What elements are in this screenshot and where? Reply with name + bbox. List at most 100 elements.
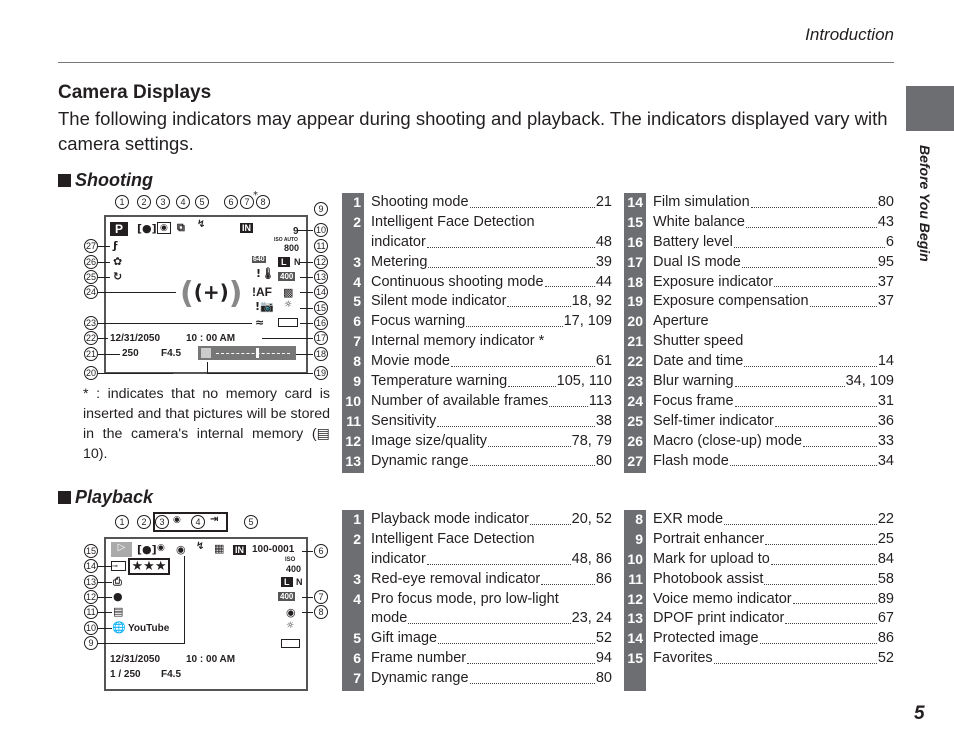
number-strip: 1 2 3 4 5 6 7: [342, 510, 364, 692]
item-page: 21: [595, 194, 612, 210]
item-number: 11: [628, 570, 643, 587]
item-label: Frame number: [371, 650, 467, 667]
callout: 2: [137, 195, 151, 209]
item-label: Battery level: [653, 233, 733, 250]
item-page: 25: [877, 530, 894, 547]
leader-dots: [508, 372, 556, 387]
image-size: L: [278, 257, 290, 267]
callout: 17: [314, 331, 328, 345]
legend-entries: Shooting mode 21 Intelligent Face Detectio…: [364, 193, 612, 473]
leader-dots: [745, 213, 877, 228]
red-eye-icon: ◉: [173, 515, 181, 525]
callout: 14: [84, 559, 98, 573]
callout: 11: [84, 605, 98, 619]
legend-item: Self-timer indicator 36: [653, 412, 894, 432]
item-number: 6: [353, 650, 361, 667]
item-number: 20: [627, 313, 643, 330]
playback-heading: Playback: [58, 487, 153, 508]
item-number: 7: [353, 333, 361, 350]
item-label: Dynamic range: [371, 670, 469, 687]
item-page: 86: [595, 570, 612, 587]
leader-dots: [765, 530, 877, 545]
item-number: 4: [353, 590, 361, 607]
favorites-rating: ★★★: [128, 558, 170, 575]
legend-item: Date and time 14: [653, 352, 894, 372]
item-number: 13: [627, 610, 643, 627]
playback-legend-table: 1 2 3 4 5 6 7 Playback mode indicator 20, 52 Inte…: [342, 510, 894, 692]
item-number: 25: [627, 412, 643, 429]
legend-item: Red-eye removal indicator 86: [371, 570, 612, 590]
legend-item: Blur warning 34, 109: [653, 372, 894, 392]
legend-item: Focus warning 17, 109: [371, 312, 612, 332]
legend-item: DPOF print indicator 67: [653, 609, 894, 629]
item-page: 36: [877, 412, 894, 429]
legend-column: 1 2 3 4 5 6 7 Playback mode indicator 20, 52 Inte…: [342, 510, 612, 692]
white-balance-icon: ☼: [284, 300, 293, 310]
image-size: L: [281, 577, 293, 587]
callout: 1: [115, 195, 129, 209]
item-label: Focus warning: [371, 313, 466, 330]
leader-dots: [426, 233, 595, 248]
callout: 9: [84, 636, 98, 650]
item-number: 1: [353, 511, 361, 527]
legend-item: Image size/quality 78, 79: [371, 432, 612, 452]
legend-item: Focus frame 31: [653, 392, 894, 412]
item-number: 3: [353, 253, 361, 270]
item-label: Continuous shooting mode: [371, 273, 544, 290]
legend-item: Metering 39: [371, 253, 612, 273]
leader-dots: [428, 253, 595, 268]
legend-item: Number of available frames 113: [371, 392, 612, 412]
legend-column: 8 9 10 11 12 13 14 15 EXR mode 22 Portrait enhance…: [624, 510, 894, 692]
time: 10 : 00 AM: [186, 654, 236, 665]
callout: 27: [84, 239, 98, 253]
item-number: 23: [627, 373, 643, 390]
leader-dots: [437, 412, 595, 427]
item-page: 52: [595, 630, 612, 647]
legend-item: Movie mode 61: [371, 352, 612, 372]
item-label: Blur warning: [653, 373, 734, 390]
item-label: Dual IS mode: [653, 253, 741, 270]
callout: 11: [314, 239, 328, 253]
item-label: Sensitivity: [371, 412, 437, 429]
date: 12/31/2050: [110, 333, 161, 344]
item-page: 78, 79: [571, 432, 612, 449]
item-label: Red-eye removal indicator: [371, 570, 541, 587]
item-number: 22: [627, 353, 643, 370]
leader-dots: [734, 372, 845, 387]
item-page: 67: [877, 610, 894, 627]
legend-item: Dynamic range 80: [371, 669, 612, 689]
legend-entries: Playback mode indicator 20, 52 Intelligent…: [364, 510, 612, 691]
photobook-icon: ▤: [113, 605, 124, 618]
legend-item: Voice memo indicator 89: [653, 590, 894, 610]
legend-item: Dynamic range 80: [371, 452, 612, 472]
iso-label: ISO: [285, 557, 296, 563]
item-number: 10: [345, 392, 361, 409]
leader-dots: [408, 609, 571, 625]
number-strip: 8 9 10 11 12 13 14 15: [624, 510, 646, 692]
callout: 9: [314, 202, 328, 216]
item-page: 94: [595, 650, 612, 667]
item-page: 58: [877, 570, 894, 587]
item-number: 9: [353, 373, 361, 390]
item-label-cont: indicator: [371, 233, 426, 250]
face-detection-icon: [●]: [137, 222, 157, 235]
legend-item: Gift image 52: [371, 629, 612, 649]
item-page: 38: [595, 412, 612, 429]
legend-item: Flash mode 34: [653, 452, 894, 472]
leader-dots: [469, 669, 595, 685]
legend-item-cont: indicator 48: [371, 233, 612, 253]
item-label: Pro focus mode, pro low-light: [371, 590, 559, 607]
item-page: 37: [877, 293, 894, 310]
item-label: Internal memory indicator *: [371, 333, 545, 350]
legend-item: Photobook assist 58: [653, 570, 894, 590]
item-label: White balance: [653, 213, 745, 230]
leader-dots: [724, 510, 877, 525]
item-label: Self-timer indicator: [653, 412, 774, 429]
leader-dots: [764, 570, 877, 585]
legend-column: 14 15 16 17 18 19 20 21 22 23 24 25 26 27 Film simulat…: [624, 193, 894, 474]
red-eye-icon: ◉: [157, 543, 165, 553]
item-page: 105, 110: [556, 373, 612, 390]
leader-dots: [750, 193, 877, 208]
legend-item: Shooting mode 21: [371, 193, 612, 213]
legend-item: Protected image 86: [653, 629, 894, 649]
